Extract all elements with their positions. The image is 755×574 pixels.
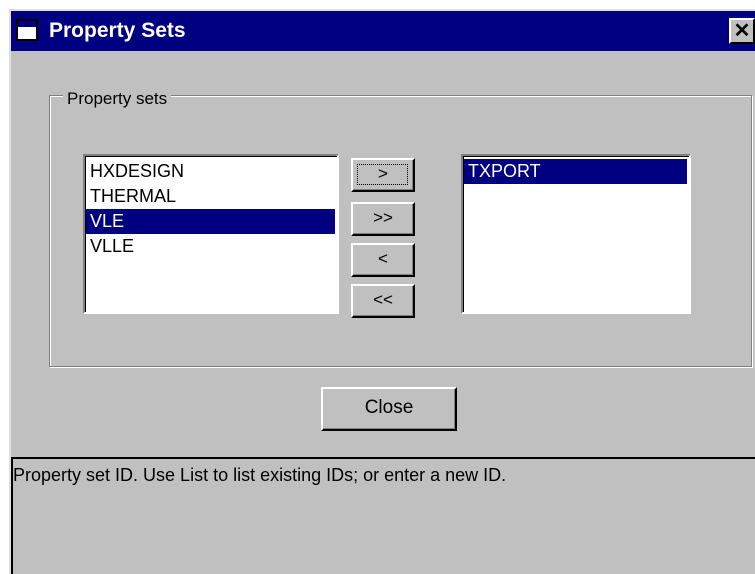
property-sets-dialog: Property Sets ✕ Property sets HXDESIGN TH…	[9, 9, 755, 574]
remove-all-button[interactable]: <<	[351, 284, 415, 318]
list-item[interactable]: TXPORT	[464, 159, 687, 184]
close-icon[interactable]: ✕	[729, 18, 755, 44]
list-item[interactable]: VLE	[86, 209, 335, 234]
group-label: Property sets	[63, 89, 172, 109]
remove-all-button-label: <<	[373, 290, 393, 309]
focus-rectangle	[357, 164, 408, 185]
list-item[interactable]: THERMAL	[86, 184, 335, 209]
window-icon	[16, 19, 38, 41]
available-property-sets-list[interactable]: HXDESIGN THERMAL VLE VLLE	[83, 154, 339, 314]
status-text: Property set ID. Use List to list existi…	[13, 465, 507, 485]
remove-button[interactable]: <	[351, 243, 415, 277]
title-bar[interactable]: Property Sets ✕	[11, 11, 755, 51]
list-item[interactable]: HXDESIGN	[86, 159, 335, 184]
close-button-label: Close	[364, 397, 414, 418]
selected-property-sets-list[interactable]: TXPORT	[461, 154, 691, 314]
window-title: Property Sets	[49, 19, 186, 42]
close-button[interactable]: Close	[321, 387, 457, 431]
list-item[interactable]: VLLE	[86, 234, 335, 259]
remove-button-label: <	[378, 249, 388, 268]
status-bar: Property set ID. Use List to list existi…	[11, 457, 755, 574]
add-all-button[interactable]: >>	[351, 202, 415, 236]
add-all-button-label: >>	[373, 208, 393, 227]
add-button[interactable]: >	[351, 158, 415, 192]
